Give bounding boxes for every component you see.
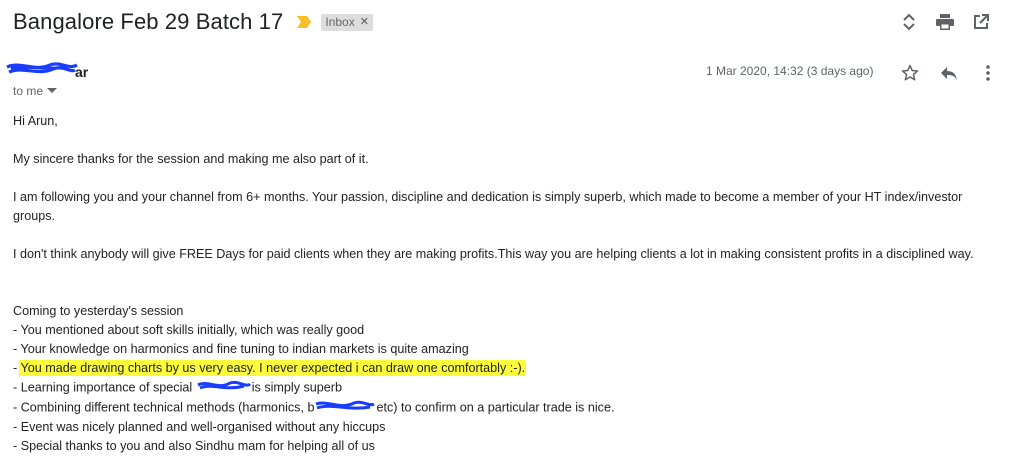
- session-heading: Coming to yesterday's session: [13, 304, 184, 318]
- email-body: Hi Arun, My sincere thanks for the sessi…: [13, 112, 1003, 456]
- close-icon[interactable]: ✕: [360, 15, 369, 28]
- label-chip-text: Inbox: [325, 14, 355, 29]
- bullet-event-planning: - Event was nicely planned and well-orga…: [13, 420, 386, 434]
- importance-marker-icon[interactable]: [296, 15, 312, 29]
- open-in-new-window-icon[interactable]: [963, 10, 999, 34]
- sender-name[interactable]: ar: [6, 62, 88, 80]
- more-vert-icon[interactable]: [974, 61, 1002, 85]
- star-icon[interactable]: [896, 61, 924, 85]
- expand-collapse-icon[interactable]: [891, 10, 927, 34]
- paragraph-following: I am following you and your channel from…: [13, 190, 966, 223]
- redaction-scribble: [6, 62, 78, 74]
- redaction-scribble: [314, 398, 376, 418]
- message-actions: [896, 61, 1013, 85]
- paragraph-thanks: My sincere thanks for the session and ma…: [13, 152, 369, 166]
- redaction-scribble: [196, 378, 252, 398]
- bullet-harmonics-knowledge: - Your knowledge on harmonics and fine t…: [13, 342, 469, 356]
- bullet-soft-skills: - You mentioned about soft skills initia…: [13, 323, 365, 337]
- subject-row: Bangalore Feb 29 Batch 17 Inbox ✕: [13, 8, 373, 36]
- sender-row: ar: [6, 62, 88, 81]
- print-icon[interactable]: [927, 10, 963, 34]
- paragraph-free-days: I don't think anybody will give FREE Day…: [13, 247, 974, 261]
- thread-toolbar: [891, 10, 999, 34]
- bullet-combining-methods: - Combining different technical methods …: [13, 398, 1003, 418]
- label-chip-inbox[interactable]: Inbox ✕: [321, 13, 373, 31]
- highlighted-text: You made drawing charts by us very easy.…: [20, 361, 526, 375]
- recipient-details[interactable]: to me: [13, 84, 58, 98]
- email-subject: Bangalore Feb 29 Batch 17: [13, 9, 284, 34]
- reply-icon[interactable]: [935, 61, 963, 85]
- bullet-drawing-charts: - You made drawing charts by us very eas…: [13, 359, 1003, 378]
- recipient-text: to me: [13, 84, 44, 98]
- greeting: Hi Arun,: [13, 114, 58, 128]
- bullet-special-thanks: - Special thanks to you and also Sindhu …: [13, 439, 375, 453]
- email-date: 1 Mar 2020, 14:32 (3 days ago): [706, 64, 874, 78]
- bullet-learning-importance: - Learning importance of special is simp…: [13, 378, 1003, 398]
- arrow-drop-down-icon: [47, 88, 58, 93]
